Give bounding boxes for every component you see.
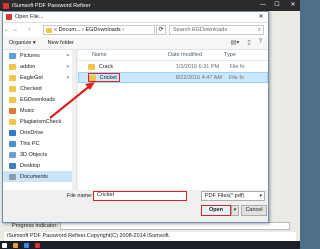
back-icon[interactable]: ← [3,27,11,33]
sidebar-item[interactable]: EGDownloads [3,94,76,105]
address-row: ← → ↑ « Docum... › EGDownloads › ⟳ Searc… [3,23,268,37]
folder-icon [9,96,16,103]
file-name-input[interactable]: Cricket [93,191,187,201]
progress-bar [60,222,290,230]
sidebar-item-label: addon [20,63,36,70]
folder-icon [9,162,16,169]
file-date: 1/3/2016 6:31 PM [175,63,220,70]
sidebar-item-label: EagleGet [20,74,43,81]
sidebar-item-label: EGDownloads [20,96,56,103]
sidebar-item[interactable]: OneDrive [3,127,76,138]
folder-icon [9,118,16,125]
folder-icon [9,52,16,59]
sidebar-item-label: PlagiarismCheck [20,118,62,125]
sidebar-item[interactable]: Pictures ✦ [3,50,76,61]
file-type: File fo [228,74,244,81]
progress-label: Progress indicator: [12,223,58,229]
file-name: Crack [98,63,114,70]
navigation-pane: Pictures ✦ addon ✦ EagleGet ✦ Checked EGDownloa… [3,50,77,190]
cancel-button[interactable]: Cancel [241,205,267,216]
dialog-titlebar: Open File... ✕ [3,12,268,23]
open-file-dialog: Open File... ✕ ← → ↑ « Docum... › EGDown… [2,11,269,223]
preview-pane-icon[interactable]: ▯ [247,39,250,46]
app-footer: iSumsoft PDF Password Refixer.Copyright(… [4,232,296,241]
pin-icon: ✦ [65,63,70,70]
sidebar-item-label: Desktop [20,162,41,169]
help-icon[interactable]: ? [259,39,262,46]
scrollbar[interactable] [72,50,76,190]
open-button[interactable]: Open [201,205,231,216]
sidebar-item[interactable]: Music [3,105,76,116]
forward-icon[interactable]: → [11,27,19,33]
sidebar-item-label: Documents [20,173,48,180]
search-placeholder: Search EGDownloads [173,27,228,33]
highlight-box [88,73,120,82]
app-logo-icon [6,14,12,20]
file-type: File fo [229,63,245,70]
sidebar-item[interactable]: 3D Objects [3,149,76,160]
view-options-icon[interactable]: ▤▾ [231,39,240,46]
sidebar-item-label: Music [20,107,35,114]
close-button[interactable]: ✕ [286,0,300,11]
file-list: Name Date modified Type Crack 1/3/2016 6:… [78,50,268,190]
app-taskbar-icon[interactable] [35,242,40,248]
sidebar-item-label: Checked [20,85,42,92]
organize-button[interactable]: Organize ▾ [9,40,36,46]
folder-icon [9,85,16,92]
column-type[interactable]: Type [224,52,264,58]
folder-icon [9,140,16,147]
folder-icon [9,107,16,114]
sidebar-item-label: OneDrive [20,129,44,136]
breadcrumb[interactable]: « Docum... › EGDownloads › [54,27,124,33]
file-type-select[interactable]: PDF Files(*.pdf) ▾ [201,191,265,201]
column-date[interactable]: Date modified [168,52,224,58]
folder-icon [9,63,16,70]
sidebar-item-label: Pictures [20,52,40,59]
pin-icon: ✦ [65,74,70,81]
browser-icon[interactable] [24,242,29,248]
app-titlebar: iSumsoft PDF Password Refixer — ☐ ✕ [0,0,300,11]
folder-icon [88,63,95,70]
folder-icon [9,173,16,180]
refresh-icon[interactable]: ⟳ [156,25,166,35]
dialog-title: Open File... [15,14,44,20]
file-row[interactable]: Crack 1/3/2016 6:31 PM File fo [78,61,268,72]
address-bar[interactable]: « Docum... › EGDownloads › [43,25,155,35]
search-input[interactable]: Search EGDownloads ⌕ [169,25,264,35]
file-name-label: File name: [67,193,93,199]
maximize-button[interactable]: ☐ [270,0,284,11]
sidebar-item[interactable]: Desktop [3,160,76,171]
app-title: iSumsoft PDF Password Refixer [12,2,91,9]
explorer-icon[interactable] [13,242,18,248]
minimize-button[interactable]: — [256,0,270,11]
sidebar-item[interactable]: PlagiarismCheck [3,116,76,127]
sidebar-item[interactable]: This PC [3,138,76,149]
pin-icon: ✦ [65,52,70,59]
toolbar: Organize ▾ New folder ▤▾ ▯ ? [3,37,268,50]
search-icon: ⌕ [257,27,261,33]
sidebar-item[interactable]: EagleGet ✦ [3,72,76,83]
sidebar-item[interactable]: Documents [3,171,76,182]
sidebar-item-label: 3D Objects [20,151,48,158]
sidebar-item-label: This PC [20,140,40,147]
open-dropdown-button[interactable]: ▾ [231,205,239,216]
column-headers: Name Date modified Type [78,50,268,61]
folder-icon [9,151,16,158]
new-folder-button[interactable]: New folder [48,40,74,46]
sidebar-item[interactable]: addon ✦ [3,61,76,72]
taskbar [0,241,300,249]
dialog-close-button[interactable]: ✕ [255,13,267,22]
file-type-value: PDF Files(*.pdf) [205,193,245,199]
file-row[interactable]: Cricket 8/22/2016 4:47 AM File fo [78,72,268,83]
column-name[interactable]: Name [78,52,168,58]
sidebar-item[interactable]: Checked [3,83,76,94]
file-date: 8/22/2016 4:47 AM [175,74,222,81]
folder-icon [46,27,52,33]
app-logo-icon [3,2,9,9]
start-icon[interactable] [2,242,7,248]
up-icon[interactable]: ↑ [25,27,33,33]
chevron-down-icon: ▾ [259,193,262,199]
folder-icon [9,129,16,136]
folder-icon [9,74,16,81]
